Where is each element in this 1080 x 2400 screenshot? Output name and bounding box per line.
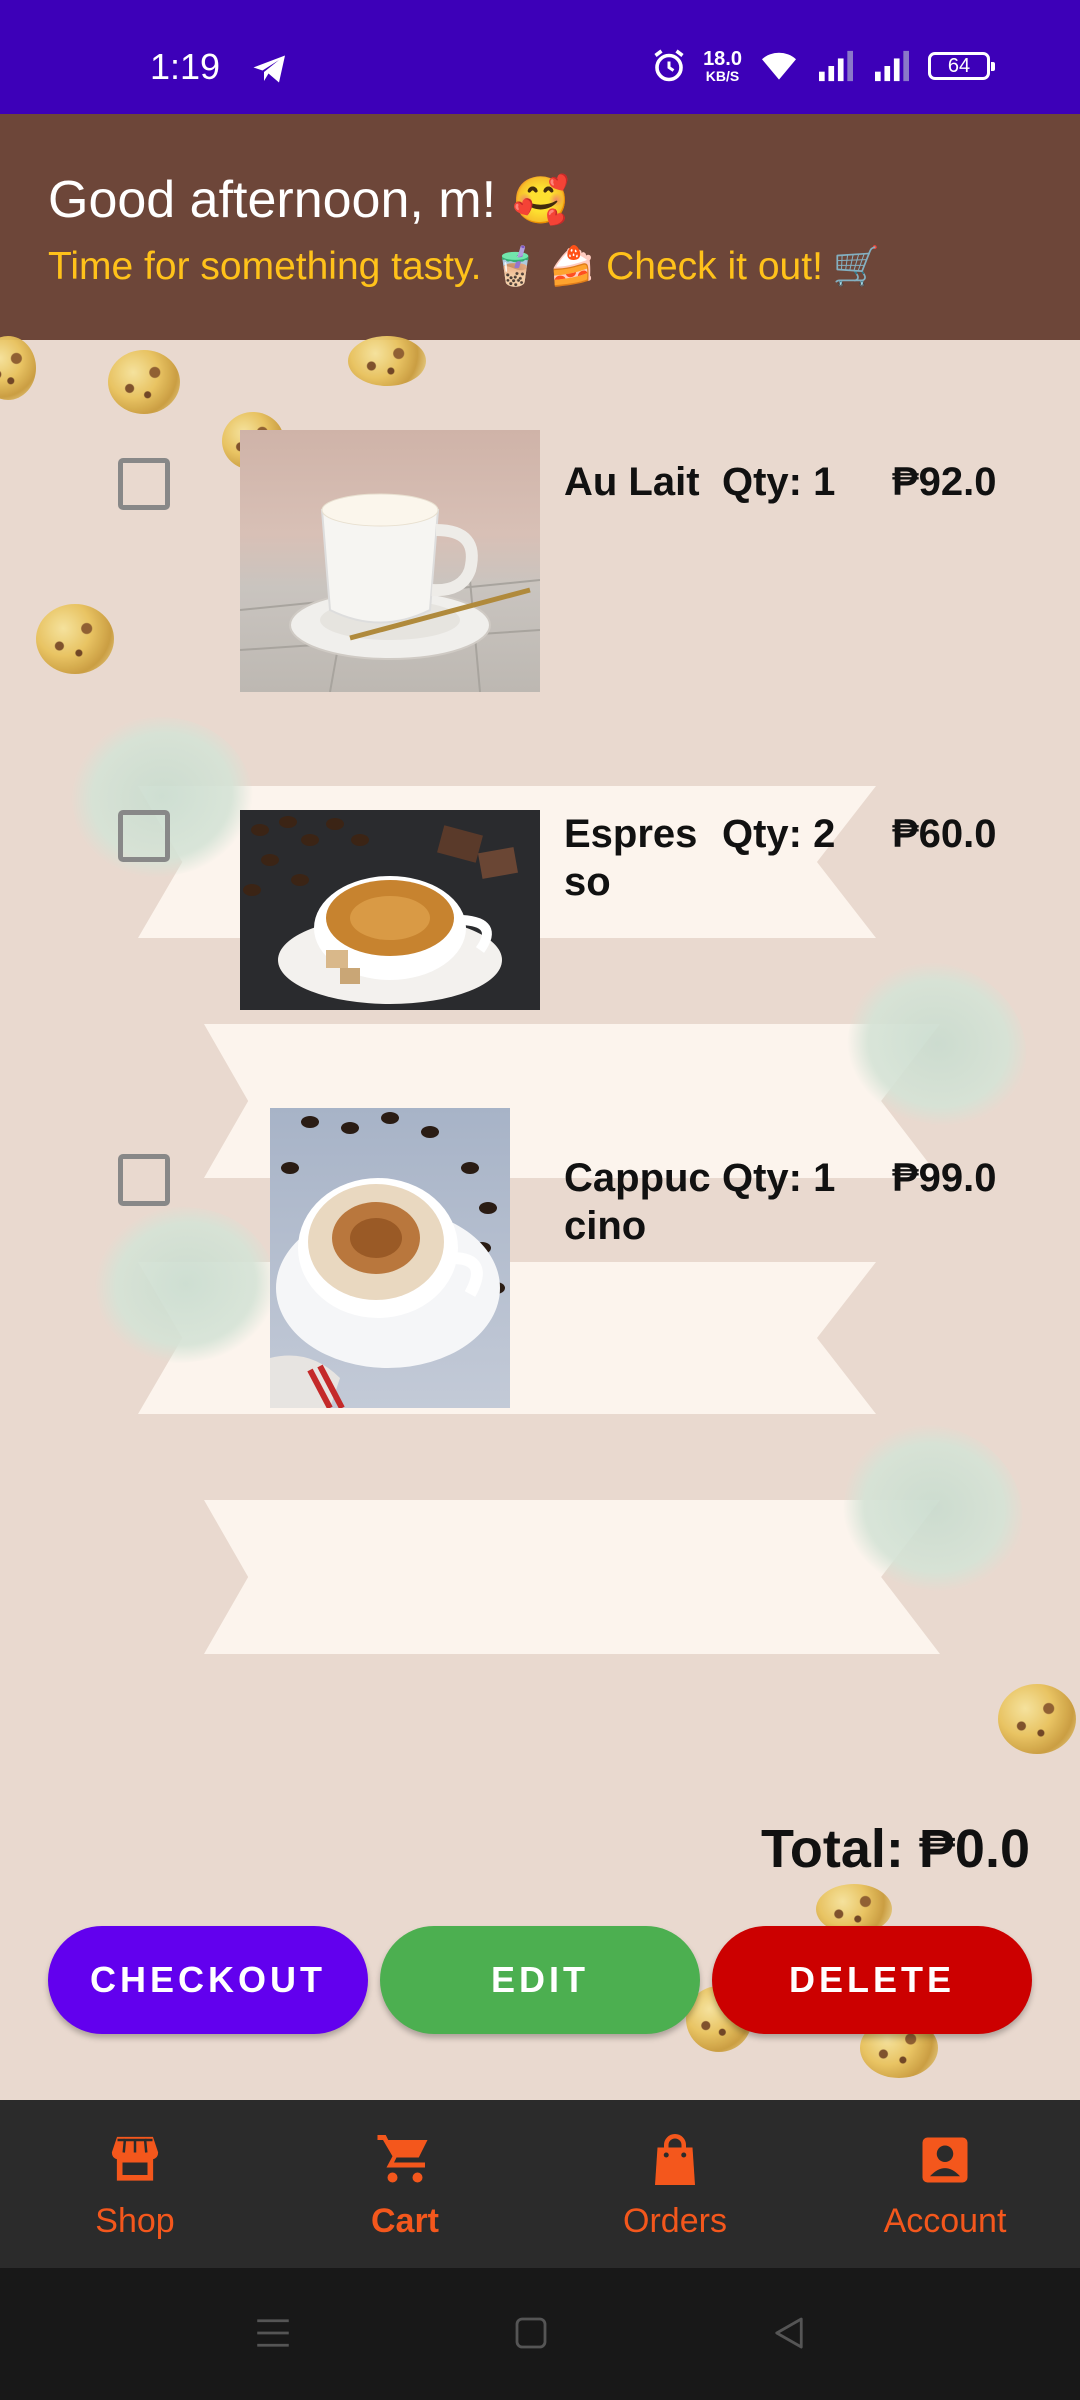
status-indicators: 18.0 KB/S 64	[651, 48, 995, 84]
status-bar: 1:19 18.0 KB/S 64	[0, 0, 1080, 114]
item-name: Au Lait	[564, 460, 700, 504]
cookie-decoration	[108, 350, 180, 414]
back-icon[interactable]	[768, 2312, 810, 2354]
net-speed: 18.0 KB/S	[703, 48, 742, 84]
signal-2-icon	[875, 50, 909, 82]
item-price: ₱92.0	[892, 460, 997, 504]
telegram-icon	[253, 55, 285, 83]
cookie-decoration	[998, 1684, 1076, 1754]
cookie-decoration	[0, 336, 36, 400]
nav-label: Orders	[623, 2202, 727, 2240]
au-lait-photo	[240, 430, 540, 692]
item-qty: Qty: 1	[722, 1156, 836, 1200]
smiling-hearts-emoji-icon: 🥰	[512, 172, 570, 227]
home-icon[interactable]	[510, 2312, 552, 2354]
nav-item-shop[interactable]: Shop	[0, 2100, 270, 2268]
nav-label: Cart	[370, 2202, 440, 2240]
cart-icon	[377, 2135, 428, 2183]
greeting-header: Good afternoon, m! 🥰 Time for something …	[0, 114, 1080, 340]
cappuccino-photo	[270, 1108, 510, 1408]
cart-emoji-icon: 🛒	[832, 244, 881, 288]
bubble-tea-emoji-icon: 🧋	[491, 244, 539, 288]
item-price: ₱99.0	[892, 1156, 997, 1200]
item-qty: Qty: 2	[722, 812, 836, 856]
delete-button[interactable]: DELETE	[712, 1926, 1032, 2034]
item-name: Espresso	[564, 812, 698, 904]
item-checkbox[interactable]	[118, 458, 170, 510]
wifi-icon	[762, 52, 796, 80]
signal-1-icon	[819, 50, 853, 82]
battery-indicator: 64	[928, 52, 995, 80]
cookie-decoration	[36, 604, 114, 674]
checkout-button[interactable]: CHECKOUT	[48, 1926, 368, 2034]
espresso-photo	[240, 810, 540, 1010]
menu-icon[interactable]	[252, 2312, 294, 2354]
cookie-decoration	[348, 336, 426, 386]
status-time: 1:19	[150, 46, 221, 87]
cart-total: Total: ₱0.0	[760, 1819, 1030, 1879]
store-icon	[111, 2136, 159, 2181]
nav-item-account[interactable]: Account	[810, 2100, 1080, 2268]
item-checkbox[interactable]	[118, 1154, 170, 1206]
greeting-subtitle: Time for something tasty. 🧋 🍰 Check it o…	[48, 244, 881, 288]
item-qty: Qty: 1	[722, 460, 836, 504]
nav-item-orders[interactable]: Orders	[540, 2100, 810, 2268]
nav-label: Account	[883, 2202, 1007, 2240]
alarm-icon	[654, 49, 684, 82]
item-price: ₱60.0	[892, 812, 997, 856]
account-box-icon	[922, 2137, 968, 2183]
shopping-bag-icon	[655, 2134, 695, 2185]
item-checkbox[interactable]	[118, 810, 170, 862]
cake-emoji-icon: 🍰	[548, 244, 597, 288]
ribbon-decoration	[204, 1500, 940, 1654]
nav-label: Shop	[95, 2202, 175, 2240]
system-navigation-bar	[0, 2268, 1080, 2400]
item-name: Cappuccino	[564, 1156, 711, 1248]
nav-item-cart[interactable]: Cart	[270, 2100, 540, 2268]
bottom-navigation: Shop Cart Orders Account	[0, 2100, 1080, 2268]
greeting-title: Good afternoon, m! 🥰	[48, 171, 570, 229]
edit-button[interactable]: EDIT	[380, 1926, 700, 2034]
